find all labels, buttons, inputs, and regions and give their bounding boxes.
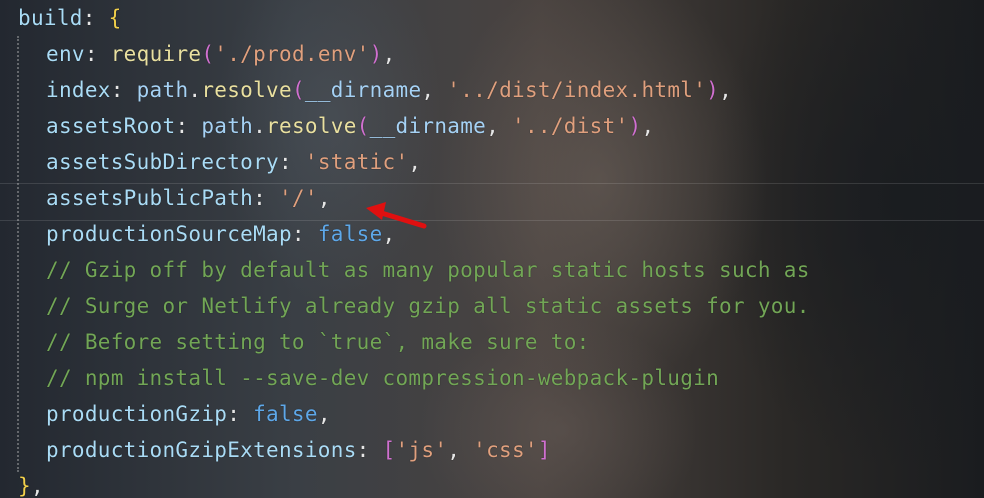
code-line[interactable]: // Before setting to `true`, make sure t… — [0, 324, 590, 360]
code-token: . — [253, 114, 267, 138]
code-line[interactable]: assetsRoot: path.resolve(__dirname, '../… — [0, 108, 654, 144]
code-token: ( — [201, 42, 215, 66]
code-editor[interactable]: build: {env: require('./prod.env'), index… — [0, 0, 984, 498]
code-token: : — [175, 114, 202, 138]
red-arrow-icon — [366, 202, 427, 229]
code-token: // npm install --save-dev compression-we… — [46, 366, 720, 390]
code-line[interactable]: productionSourceMap: false, — [0, 216, 395, 252]
code-line[interactable]: productionGzipExtensions: ['js', 'css'] — [0, 432, 551, 468]
code-token: ) — [706, 78, 720, 102]
code-token: : — [356, 438, 383, 462]
code-token: assetsPublicPath — [46, 186, 254, 210]
code-token: : — [84, 42, 111, 66]
code-line[interactable]: // Surge or Netlify already gzip all sta… — [0, 288, 810, 324]
code-token: ] — [537, 438, 551, 462]
code-token: assetsSubDirectory — [46, 150, 279, 174]
code-token: '../dist/index.html' — [447, 78, 707, 102]
code-token: ) — [628, 114, 642, 138]
code-line[interactable]: // npm install --save-dev compression-we… — [0, 360, 719, 396]
code-token: : — [253, 186, 279, 210]
code-token: path — [136, 78, 189, 102]
code-token: '../dist' — [512, 114, 629, 138]
code-token: path — [201, 114, 254, 138]
code-token: : — [110, 78, 137, 102]
code-token: , — [421, 78, 448, 102]
code-token: , — [30, 474, 44, 498]
code-line[interactable]: build: { — [0, 0, 122, 36]
code-token: false — [253, 402, 318, 426]
code-token: . — [188, 78, 202, 102]
code-token: 'static' — [304, 150, 409, 174]
code-token: : — [227, 402, 254, 426]
code-token: // Surge or Netlify already gzip all sta… — [46, 294, 810, 318]
code-token: resolve — [201, 78, 292, 102]
code-token: env — [46, 42, 85, 66]
code-token: productionGzip — [46, 402, 228, 426]
code-token: , — [408, 150, 422, 174]
code-line[interactable]: }, — [0, 468, 44, 498]
code-token: } — [18, 474, 31, 498]
code-token: , — [486, 114, 513, 138]
code-token: require — [110, 42, 202, 66]
code-token: , — [641, 114, 655, 138]
code-token: '/' — [278, 186, 318, 210]
code-token: build — [18, 6, 83, 30]
code-line[interactable]: assetsPublicPath: '/', — [0, 180, 331, 216]
code-line[interactable]: productionGzip: false, — [0, 396, 331, 432]
code-token: : — [291, 222, 318, 246]
code-token: : — [82, 6, 109, 30]
code-token: './prod.env' — [214, 42, 370, 66]
code-token: [ — [382, 438, 396, 462]
code-line[interactable]: index: path.resolve(__dirname, '../dist/… — [0, 72, 732, 108]
code-line[interactable]: env: require('./prod.env'), — [0, 36, 396, 72]
code-token: __dirname — [369, 114, 487, 138]
code-line[interactable]: // Gzip off by default as many popular s… — [0, 252, 810, 288]
code-token: index — [46, 78, 111, 102]
code-token: assetsRoot — [46, 114, 176, 138]
code-token: , — [317, 402, 331, 426]
code-token: , — [317, 186, 331, 210]
code-token: __dirname — [304, 78, 422, 102]
code-token: productionGzipExtensions — [46, 438, 357, 462]
code-token: // Before setting to `true`, make sure t… — [46, 330, 590, 354]
code-token: resolve — [266, 114, 357, 138]
code-token: , — [719, 78, 733, 102]
code-token: , — [382, 42, 396, 66]
code-line[interactable]: assetsSubDirectory: 'static', — [0, 144, 421, 180]
code-token: : — [278, 150, 305, 174]
code-token: ) — [369, 42, 383, 66]
code-token: { — [108, 6, 122, 30]
code-token: , — [447, 438, 474, 462]
code-token: productionSourceMap — [46, 222, 292, 246]
code-token: 'js' — [395, 438, 448, 462]
code-token: 'css' — [473, 438, 538, 462]
code-token: // Gzip off by default as many popular s… — [46, 258, 810, 282]
code-token: ( — [356, 114, 370, 138]
code-token: ( — [291, 78, 305, 102]
